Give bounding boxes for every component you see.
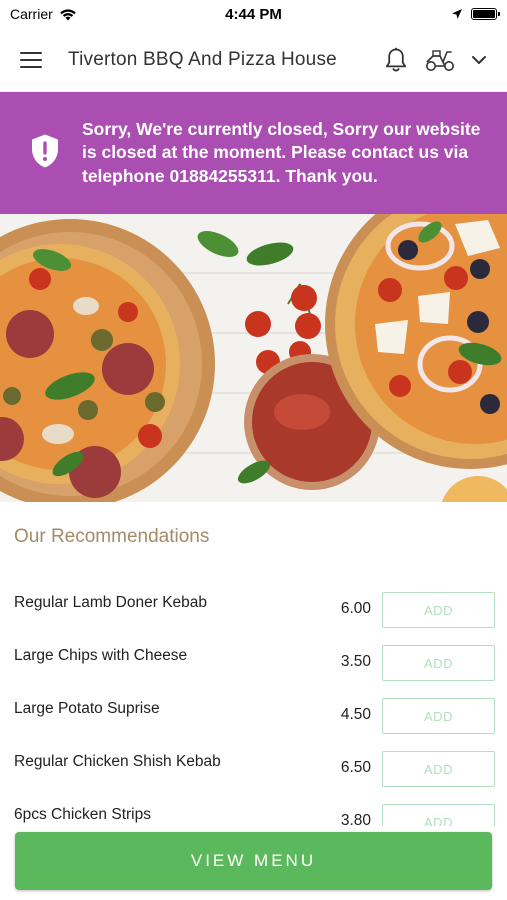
list-item: Regular Lamb Doner Kebab 6.00 ADD [0,582,507,635]
list-item: 6pcs Chicken Strips 3.80 ADD [0,794,507,826]
recommendations-title: Our Recommendations [14,526,210,547]
item-price: 6.50 [340,759,371,776]
wifi-icon [59,8,76,20]
item-name: Regular Lamb Doner Kebab [14,594,208,611]
item-price: 6.00 [340,600,371,617]
carrier-label: Carrier [10,6,53,22]
item-name: Large Chips with Cheese [14,647,188,664]
list-item: Large Chips with Cheese 3.50 ADD [0,635,507,688]
recommendations-list: Regular Lamb Doner Kebab 6.00 ADD Large … [0,582,507,826]
add-button[interactable]: ADD [382,804,495,826]
menu-icon[interactable] [20,46,48,74]
item-name: Regular Chicken Shish Kebab [14,753,221,770]
battery-icon [471,8,500,20]
hero-image [0,214,507,502]
status-left: Carrier [10,6,190,22]
pizza-illustration [0,214,507,502]
status-bar: Carrier 4:44 PM [0,0,507,28]
add-button[interactable]: ADD [382,645,495,681]
list-item: Large Potato Suprise 4.50 ADD [0,688,507,741]
battery-fill [473,10,495,18]
header-actions [381,45,489,75]
status-right [347,8,500,20]
shield-alert-icon [30,133,60,174]
item-price: 3.80 [340,812,371,826]
location-arrow-icon [452,9,462,19]
add-button[interactable]: ADD [382,751,495,787]
item-price: 3.50 [340,653,371,670]
page-title: Tiverton BBQ And Pizza House [68,48,337,70]
add-button[interactable]: ADD [382,698,495,734]
list-item: Regular Chicken Shish Kebab 6.50 ADD [0,741,507,794]
app-header: Tiverton BBQ And Pizza House [0,28,507,92]
item-price: 4.50 [340,706,371,723]
scooter-icon[interactable] [423,45,457,75]
add-button[interactable]: ADD [382,592,495,628]
closed-banner: Sorry, We're currently closed, Sorry our… [0,92,507,214]
view-menu-button[interactable]: VIEW MENU [15,832,492,890]
item-name: 6pcs Chicken Strips [14,806,151,823]
bell-icon[interactable] [381,45,411,75]
status-time: 4:44 PM [225,5,282,23]
chevron-down-icon[interactable] [469,45,489,75]
item-name: Large Potato Suprise [14,700,160,717]
closed-message: Sorry, We're currently closed, Sorry our… [82,118,481,186]
